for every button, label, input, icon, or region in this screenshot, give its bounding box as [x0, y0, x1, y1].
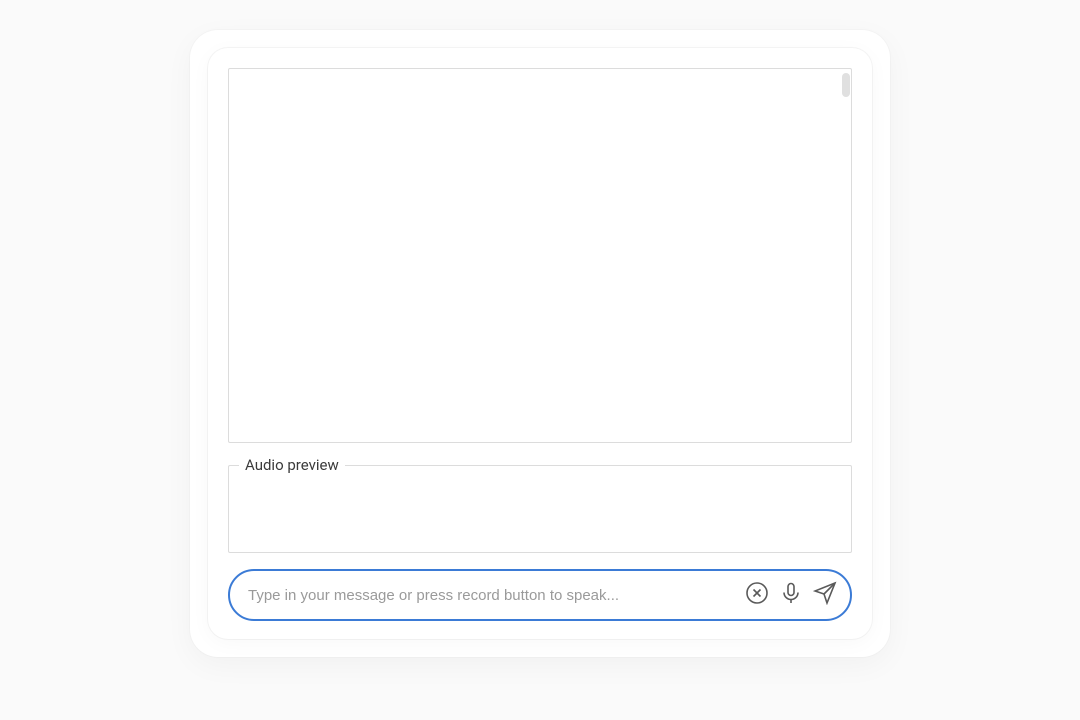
- close-icon: [745, 581, 769, 609]
- audio-preview-label: Audio preview: [239, 456, 345, 474]
- microphone-icon: [779, 581, 803, 609]
- message-history-area[interactable]: [228, 68, 852, 443]
- message-input[interactable]: [248, 587, 744, 604]
- input-icon-group: [744, 582, 838, 608]
- chat-panel: Audio preview: [190, 30, 890, 657]
- scrollbar-thumb[interactable]: [842, 73, 850, 97]
- scrollbar-track: [841, 71, 851, 440]
- audio-preview-panel: Audio preview: [228, 465, 852, 553]
- send-button[interactable]: [812, 582, 838, 608]
- clear-button[interactable]: [744, 582, 770, 608]
- chat-card: Audio preview: [208, 48, 872, 639]
- message-input-row: [228, 569, 852, 621]
- send-icon: [813, 581, 837, 609]
- record-button[interactable]: [778, 582, 804, 608]
